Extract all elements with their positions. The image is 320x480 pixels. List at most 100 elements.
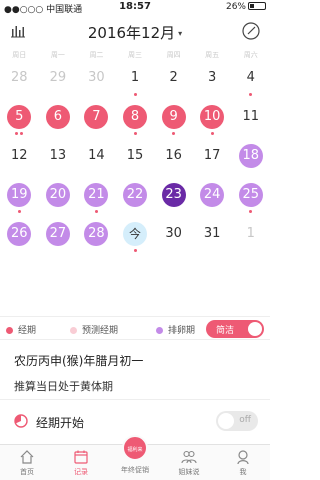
record-dot-icon <box>249 210 253 213</box>
weekday-label: 周三 <box>128 51 143 59</box>
calendar-day[interactable]: 3 <box>193 62 232 101</box>
record-dots <box>0 210 39 213</box>
calendar-day[interactable]: 今 <box>116 218 155 257</box>
day-number: 17 <box>203 148 221 163</box>
tab-record-label: 记录 <box>74 468 88 476</box>
day-number: 9 <box>161 105 186 129</box>
calendar-day[interactable]: 18 <box>231 140 270 179</box>
simple-mode-toggle[interactable]: 简洁 <box>206 320 264 338</box>
calendar-day[interactable]: 20 <box>39 179 78 218</box>
record-dots <box>116 93 155 96</box>
record-dot-icon <box>17 210 21 213</box>
weekday-label: 周日 <box>12 51 27 59</box>
record-dot-icon <box>20 132 24 135</box>
calendar-day[interactable]: 16 <box>154 140 193 179</box>
tab-bar: 首页 记录 福利来 年终促销 姐妹说 我 <box>0 435 270 480</box>
predicted-dot-icon <box>70 327 77 334</box>
record-dots <box>154 132 193 135</box>
tab-record[interactable]: 记录 <box>54 445 108 480</box>
day-number: 24 <box>200 183 225 207</box>
calendar-day[interactable]: 7 <box>77 101 116 140</box>
calendar-day[interactable]: 24 <box>193 179 232 218</box>
day-number: 2 <box>169 70 178 85</box>
cycle-phase-hint: 推算当日处于黄体期 <box>14 380 113 393</box>
calendar-day[interactable]: 28 <box>0 62 39 101</box>
day-number: 21 <box>84 183 109 207</box>
month-selector[interactable]: 2016年12月 ▾ <box>0 22 270 43</box>
calendar-day[interactable]: 30 <box>154 218 193 257</box>
day-number: 31 <box>203 226 221 241</box>
calendar-day[interactable]: 5 <box>0 101 39 140</box>
tab-home[interactable]: 首页 <box>0 445 54 480</box>
calendar-day[interactable]: 23 <box>154 179 193 218</box>
calendar-day[interactable]: 21 <box>77 179 116 218</box>
battery-status: 26% <box>226 2 266 12</box>
status-bar: ●●○○○ 中国联通 18:57 26% <box>0 0 270 16</box>
calendar-day[interactable]: 15 <box>116 140 155 179</box>
lunar-date: 农历丙申(猴)年腊月初一 <box>14 354 144 368</box>
day-number: 28 <box>11 70 28 85</box>
simple-mode-label: 简洁 <box>216 326 235 336</box>
calendar-day[interactable]: 1 <box>116 62 155 101</box>
tab-promo[interactable]: 福利来 年终促销 <box>108 435 162 480</box>
calendar-day[interactable]: 17 <box>193 140 232 179</box>
record-dots <box>231 93 270 96</box>
legend-ovulation-label: 排卵期 <box>168 326 196 336</box>
day-number: 14 <box>88 148 105 163</box>
day-number: 25 <box>238 183 263 207</box>
day-number: 20 <box>45 183 70 207</box>
day-number: 29 <box>49 70 67 85</box>
day-number: 4 <box>246 70 255 85</box>
day-number: 18 <box>238 144 263 168</box>
period-start-label: 经期开始 <box>36 416 85 430</box>
calendar-day[interactable]: 30 <box>77 62 116 101</box>
calendar-week-row: 19 20 21 22 23 24 25 <box>0 179 270 218</box>
tab-home-label: 首页 <box>20 468 34 476</box>
calendar-day[interactable]: 6 <box>39 101 78 140</box>
legend-predicted: 预测经期 <box>70 323 118 336</box>
record-dots <box>193 132 232 135</box>
month-title: 2016年12月 <box>87 24 176 42</box>
calendar-week-row: 5 6 7 8 9 10 11 <box>0 101 270 140</box>
calendar-day[interactable]: 25 <box>231 179 270 218</box>
period-dot-icon <box>6 327 13 334</box>
calendar-day[interactable]: 31 <box>193 218 232 257</box>
day-number: 6 <box>45 105 70 129</box>
tab-me-label: 我 <box>239 468 247 476</box>
tab-me[interactable]: 我 <box>216 445 270 480</box>
calendar-day[interactable]: 10 <box>193 101 232 140</box>
calendar-day[interactable]: 12 <box>0 140 39 179</box>
record-dots <box>116 132 155 135</box>
ovulation-dot-icon <box>156 327 163 334</box>
calendar-day[interactable]: 22 <box>116 179 155 218</box>
tab-sisters[interactable]: 姐妹说 <box>162 445 216 480</box>
record-dot-icon <box>210 132 214 135</box>
calendar-day[interactable]: 29 <box>39 62 78 101</box>
calendar-day[interactable]: 26 <box>0 218 39 257</box>
calendar-day[interactable]: 13 <box>39 140 78 179</box>
day-number: 12 <box>11 148 28 163</box>
calendar-day[interactable]: 14 <box>77 140 116 179</box>
promo-badge-icon: 福利来 <box>122 435 148 461</box>
legend-ovulation: 排卵期 <box>156 323 195 336</box>
edit-circle-icon[interactable] <box>242 22 260 40</box>
calendar-week-row: 26 27 28 今 30 31 1 <box>0 218 270 257</box>
record-dots <box>0 132 39 135</box>
calendar-day[interactable]: 1 <box>231 218 270 257</box>
record-dot-icon <box>172 132 176 135</box>
calendar-day[interactable]: 27 <box>39 218 78 257</box>
tab-promo-label: 年终促销 <box>121 466 149 474</box>
calendar-day[interactable]: 9 <box>154 101 193 140</box>
calendar-day[interactable]: 28 <box>77 218 116 257</box>
calendar-day[interactable]: 4 <box>231 62 270 101</box>
period-start-toggle[interactable]: off <box>216 411 258 431</box>
day-number: 5 <box>7 105 32 129</box>
day-number: 11 <box>242 109 260 124</box>
calendar-day[interactable]: 8 <box>116 101 155 140</box>
calendar-day[interactable]: 19 <box>0 179 39 218</box>
calendar-day[interactable]: 11 <box>231 101 270 140</box>
record-dots <box>77 210 116 213</box>
day-number: 28 <box>84 222 109 246</box>
record-dot-icon <box>133 132 137 135</box>
calendar-day[interactable]: 2 <box>154 62 193 101</box>
